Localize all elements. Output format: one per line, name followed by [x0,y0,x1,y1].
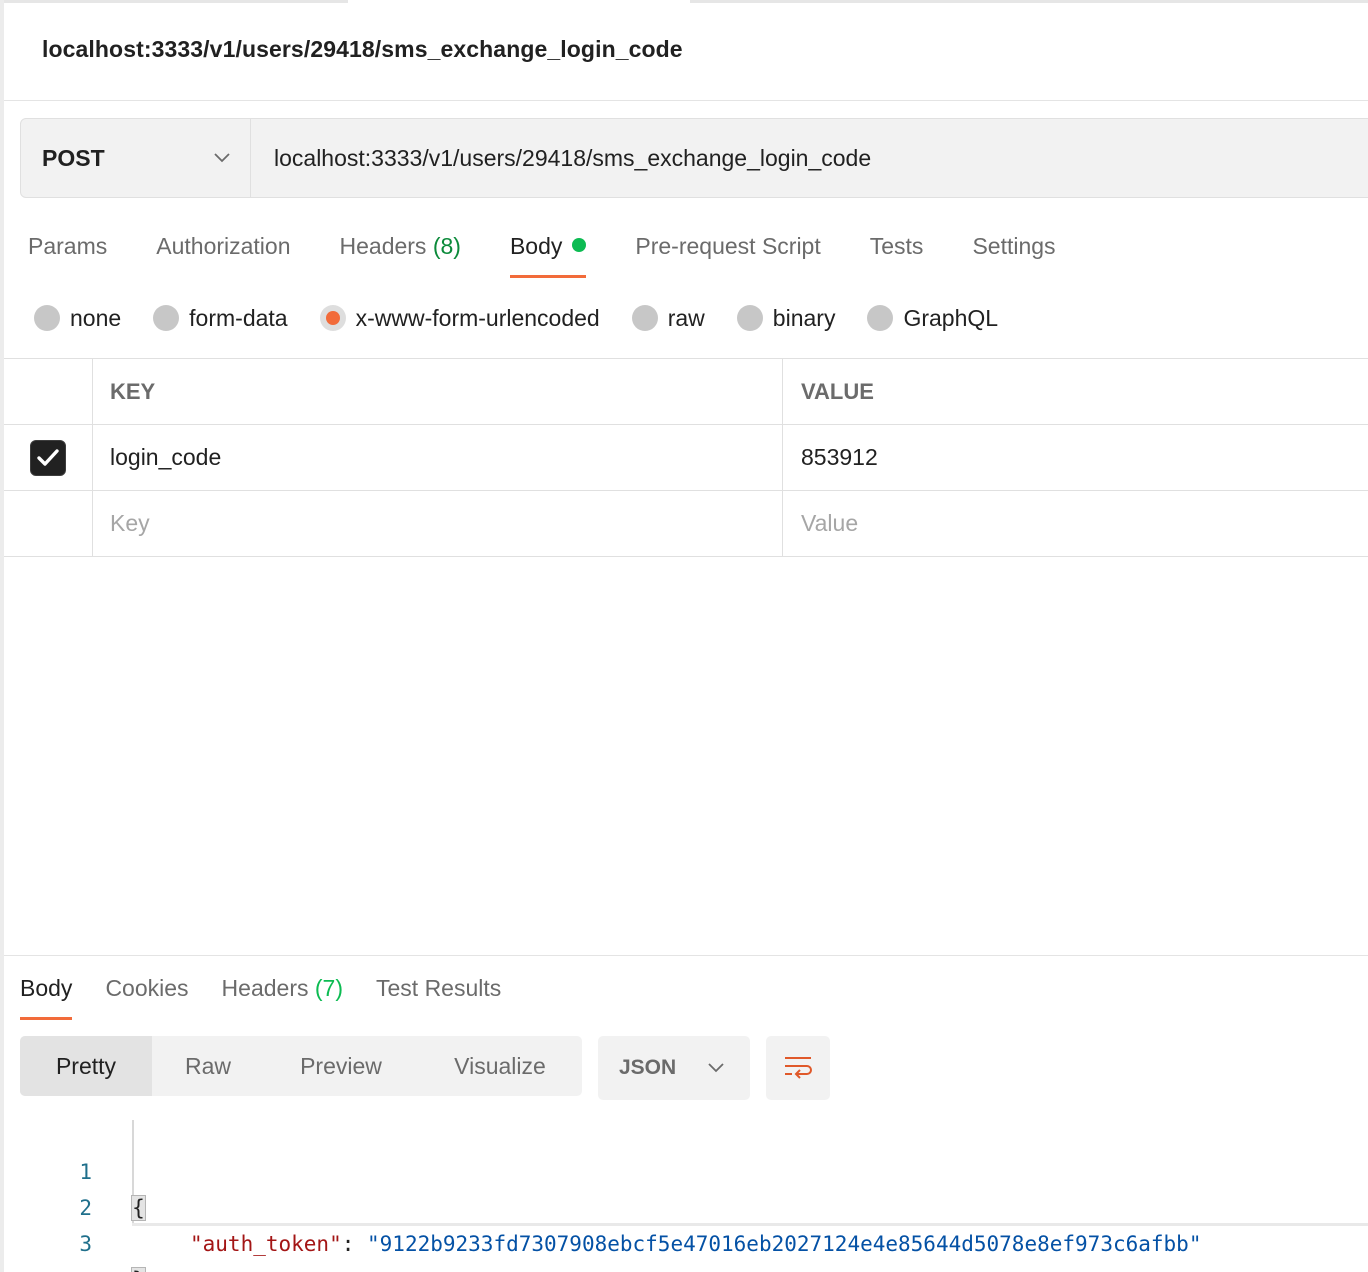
radio-x-www-form-urlencoded[interactable]: x-www-form-urlencoded [319,304,600,332]
tab-label: Authorization [156,233,291,259]
value-cell[interactable]: 853912 [783,425,1368,490]
tab-authorization[interactable]: Authorization [156,228,290,280]
wrap-lines-button[interactable] [766,1036,830,1100]
radio-selected-dot [325,311,340,325]
radio-label: x-www-form-urlencoded [355,304,600,331]
code-editor-bottom-rule [132,1223,1368,1226]
format-label: JSON [619,1056,677,1079]
url-bar: POST [20,118,1368,198]
response-tabs: Body Cookies Headers (7) Test Results [20,970,534,1022]
tab-prerequest-script[interactable]: Pre-request Script [635,228,820,280]
response-tab-test-results[interactable]: Test Results [376,970,501,1020]
table-row-empty: Key Value [4,491,1368,557]
check-icon [37,448,59,466]
row-enabled-checkbox[interactable] [30,439,66,476]
radio-label: binary [772,304,836,331]
tab-label: Headers [221,975,309,1001]
key-value-table: KEY VALUE login_code 853912 Key Value [4,358,1368,557]
tab-settings[interactable]: Settings [972,228,1055,280]
tab-strip-segment [690,0,1368,3]
code-line: 1 { [20,1118,1368,1221]
tab-params[interactable]: Params [28,228,107,280]
method-label: POST [42,144,105,171]
radio-label: form-data [189,304,288,331]
request-tabs: Params Authorization Headers (8) Body Pr… [28,228,1105,280]
chevron-down-icon [214,153,230,163]
radio-button[interactable] [319,305,346,331]
radio-label: none [70,304,122,331]
table-header-row: KEY VALUE [4,359,1368,425]
view-visualize-button[interactable]: Visualize [418,1036,582,1096]
tab-strip [4,0,1368,4]
key-cell[interactable]: login_code [93,425,783,490]
radio-none[interactable]: none [34,305,121,332]
radio-binary[interactable]: binary [736,304,836,332]
chevron-down-icon [708,1063,724,1073]
body-type-radio-group: none form-data x-www-form-urlencoded raw… [34,298,1030,338]
response-tab-body[interactable]: Body [20,970,73,1020]
response-tab-headers[interactable]: Headers (7) [222,970,343,1020]
radio-label: GraphQL [903,304,999,331]
response-divider[interactable] [4,955,1368,956]
tab-label: Pre-request Script [635,233,821,259]
tab-headers[interactable]: Headers (8) [340,228,461,280]
format-select[interactable]: JSON [598,1036,750,1100]
tab-label: Cookies [105,975,189,1001]
response-tab-cookies[interactable]: Cookies [105,970,188,1020]
radio-button[interactable] [153,305,180,331]
body-indicator-dot [572,238,587,252]
view-mode-group: Pretty Raw Preview Visualize [20,1036,582,1096]
table-header-cell [4,359,93,424]
wrap-lines-icon [785,1057,812,1079]
row-checkbox-cell [4,491,93,556]
tab-label: Tests [869,233,924,259]
method-select[interactable]: POST [21,119,251,197]
radio-graphql[interactable]: GraphQL [867,305,998,332]
radio-button[interactable] [736,305,763,331]
table-row: login_code 853912 [4,425,1368,491]
tab-label: Body [20,975,73,1001]
radio-button[interactable] [34,305,60,331]
key-input[interactable]: Key [93,491,783,556]
headers-count-badge: (8) [432,233,461,259]
code-content: "auth_token": "9122b9233fd7307908ebcf5e4… [190,1226,1201,1262]
request-title[interactable]: localhost:3333/v1/users/29418/sms_exchan… [42,36,683,63]
code-line: 3 } [20,1190,1368,1272]
json-colon: : [341,1232,368,1256]
json-key: "auth_token" [190,1232,342,1256]
key-column-header: KEY [93,359,783,424]
radio-button[interactable] [867,305,894,331]
view-raw-button[interactable]: Raw [152,1036,264,1096]
code-line: 2 "auth_token": "9122b9233fd7307908ebcf5… [20,1154,1368,1256]
value-column-header: VALUE [801,378,874,404]
tab-label: Settings [972,233,1056,259]
tab-tests[interactable]: Tests [870,228,924,280]
view-pretty-button[interactable]: Pretty [20,1036,152,1096]
tab-strip-segment [4,0,348,3]
tab-label: Params [28,233,108,259]
json-string-value: "9122b9233fd7307908ebcf5e47016eb2027124e… [367,1232,1202,1256]
row-checkbox-cell [4,425,93,490]
radio-label: raw [667,304,705,331]
view-preview-button[interactable]: Preview [264,1036,418,1096]
line-number: 3 [79,1232,92,1256]
code-content: } [131,1262,146,1272]
left-panel-border [0,0,4,1272]
divider [4,100,1368,101]
radio-button[interactable] [631,305,658,331]
url-input[interactable] [251,119,1368,197]
radio-form-data[interactable]: form-data [153,304,288,332]
tab-label: Test Results [376,975,502,1001]
response-headers-count-badge: (7) [314,975,343,1001]
tab-label: Headers [339,233,427,259]
tab-body[interactable]: Body [509,228,587,280]
tab-label: Body [509,233,563,259]
close-brace: } [131,1267,146,1272]
radio-raw[interactable]: raw [631,304,705,332]
value-input[interactable]: Value [783,491,1368,556]
response-code-editor[interactable]: 1 { 2 "auth_token": "9122b9233fd7307908e… [20,1118,1368,1272]
